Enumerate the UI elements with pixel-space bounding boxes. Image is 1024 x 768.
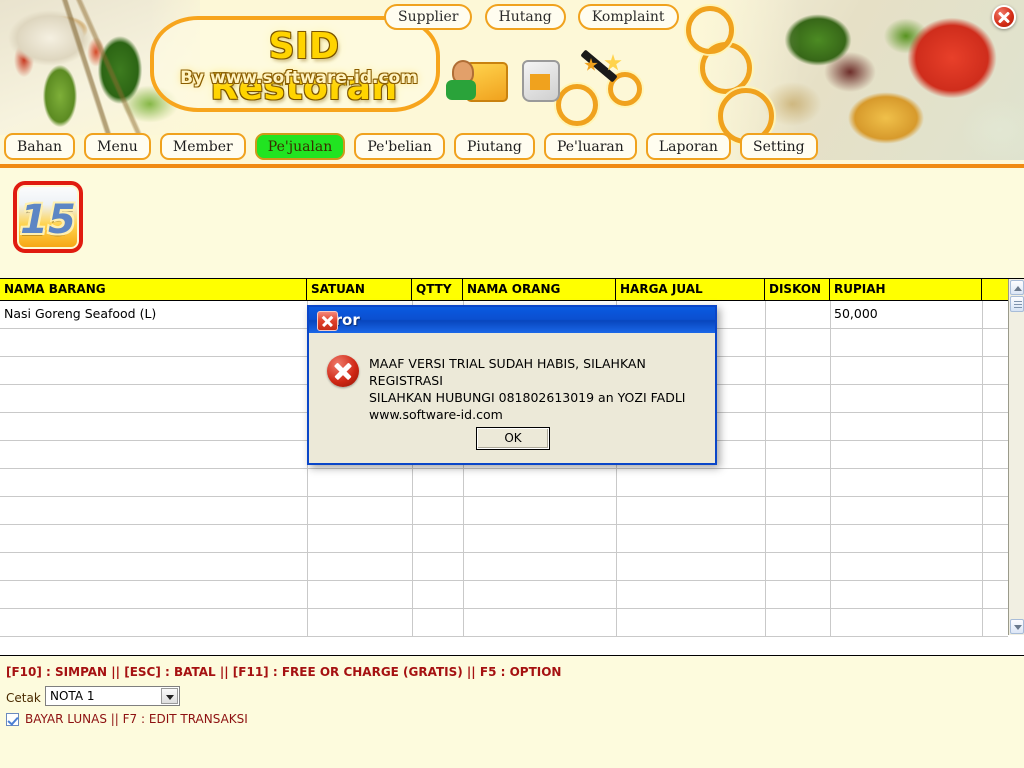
error-dialog-titlebar[interactable]: Error (309, 307, 715, 333)
error-message: MAAF VERSI TRIAL SUDAH HABIS, SILAHKAN R… (369, 355, 709, 423)
column-header-nama-barang[interactable]: NAMA BARANG (0, 279, 307, 300)
table-row[interactable] (0, 497, 1008, 525)
table-number-value: 15 (20, 197, 76, 243)
top-button-supplier[interactable]: Supplier (384, 4, 473, 30)
top-button-komplaint[interactable]: Komplaint (577, 4, 679, 30)
bottom-panel: [F10] : SIMPAN || [ESC] : BATAL || [F11]… (0, 657, 1024, 768)
scroll-down-icon[interactable] (1010, 619, 1024, 634)
column-header-extra[interactable] (982, 279, 1008, 300)
grid-vertical-scrollbar[interactable] (1008, 279, 1024, 635)
top-button-hutang[interactable]: Hutang (484, 4, 566, 30)
logo-title: SID Restoran (210, 26, 398, 108)
tab-menu[interactable]: Menu (84, 133, 151, 160)
scroll-up-icon[interactable] (1010, 280, 1024, 295)
error-dialog: Error MAAF VERSI TRIAL SUDAH HABIS, SILA… (307, 305, 717, 465)
cetak-select[interactable]: NOTA 1 (45, 686, 180, 706)
tab-pejualan[interactable]: Pe'jualan (254, 133, 346, 160)
decorative-ring (686, 6, 734, 54)
column-header-satuan[interactable]: SATUAN (307, 279, 412, 300)
error-message-line-1: MAAF VERSI TRIAL SUDAH HABIS, SILAHKAN R… (369, 356, 646, 388)
error-message-line-3: www.software-id.com (369, 407, 503, 422)
cetak-selected-value: NOTA 1 (50, 689, 95, 703)
table-row[interactable] (0, 609, 1008, 637)
error-circle-icon (327, 355, 359, 387)
error-dialog-body: MAAF VERSI TRIAL SUDAH HABIS, SILAHKAN R… (309, 333, 715, 463)
tab-pebelian[interactable]: Pe'belian (354, 133, 445, 160)
table-row[interactable] (0, 581, 1008, 609)
chevron-down-icon[interactable] (161, 688, 178, 704)
vertical-scroll-thumb[interactable] (1010, 296, 1024, 312)
error-message-line-2: SILAHKAN HUBUNGI 081802613019 an YOZI FA… (369, 390, 686, 405)
hotkey-hints: [F10] : SIMPAN || [ESC] : BATAL || [F11]… (6, 665, 562, 679)
logo-subtitle: By www.software-id.com (180, 68, 418, 88)
column-header-rupiah[interactable]: RUPIAH (830, 279, 982, 300)
app-header: SID Restoran By www.software-id.com Supp… (0, 0, 1024, 168)
column-header-diskon[interactable]: DISKON (765, 279, 830, 300)
waiter-body-icon (446, 80, 476, 100)
table-row[interactable] (0, 525, 1008, 553)
cetak-label: Cetak (6, 691, 41, 705)
transaction-form: 15 TANGGAL REF NO NAMA WAITRESS NAMA PEL… (0, 168, 1024, 436)
column-header-qtty[interactable]: QTTY (412, 279, 463, 300)
tab-bahan[interactable]: Bahan (4, 133, 76, 160)
tab-member[interactable]: Member (159, 133, 246, 160)
cell-nama-barang: Nasi Goreng Seafood (L) (4, 306, 157, 321)
table-number-badge: 15 (13, 181, 83, 253)
grid-header-row: NAMA BARANG SATUAN QTTY NAMA ORANG HARGA… (0, 279, 1008, 301)
tab-laporan[interactable]: Laporan (645, 133, 731, 160)
close-icon[interactable] (317, 311, 338, 331)
bayar-lunas-label: BAYAR LUNAS || F7 : EDIT TRANSAKSI (25, 712, 248, 726)
tab-setting[interactable]: Setting (740, 133, 818, 160)
tab-piutang[interactable]: Piutang (453, 133, 535, 160)
close-circle-icon[interactable] (992, 5, 1016, 29)
column-header-nama-orang[interactable]: NAMA ORANG (463, 279, 616, 300)
table-row[interactable] (0, 553, 1008, 581)
ok-button[interactable]: OK (476, 427, 550, 450)
decorative-ring (556, 84, 598, 126)
app-window: SID Restoran By www.software-id.com Supp… (0, 0, 1024, 768)
main-tab-bar: Bahan Menu Member Pe'jualan Pe'belian Pi… (4, 133, 822, 163)
table-row[interactable] (0, 469, 1008, 497)
cell-rupiah: 50,000 (834, 306, 878, 321)
column-header-harga-jual[interactable]: HARGA JUAL (616, 279, 765, 300)
top-button-row: Supplier Hutang Komplaint (384, 4, 686, 32)
price-tag-inner-icon (530, 74, 550, 90)
bayar-lunas-checkbox[interactable] (6, 713, 19, 726)
tab-peluaran[interactable]: Pe'luaran (543, 133, 637, 160)
